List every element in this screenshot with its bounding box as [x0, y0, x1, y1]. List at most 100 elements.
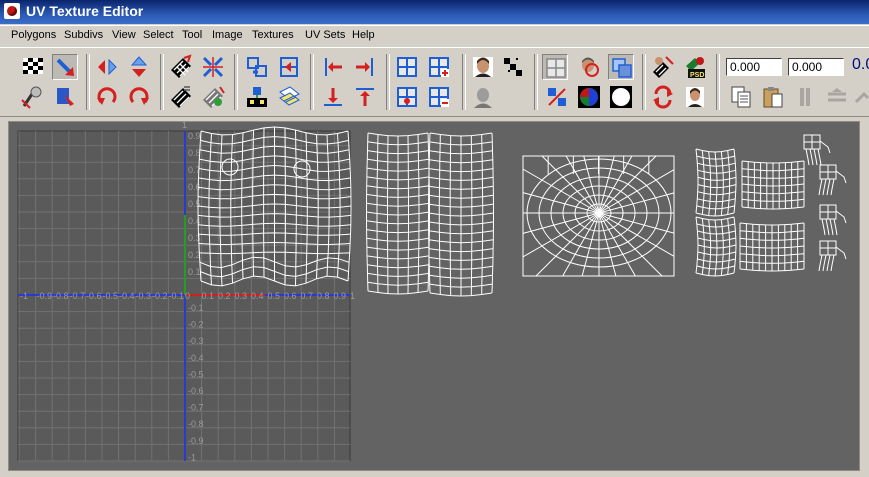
u-axis-tick-label: -0.2 — [152, 291, 168, 301]
uv-edge — [813, 148, 818, 166]
uv-lattice-icon[interactable] — [20, 84, 46, 110]
u-coordinate-field[interactable] — [726, 58, 782, 76]
toolbar-separator — [86, 54, 90, 110]
align-uv-left-icon[interactable] — [320, 54, 346, 80]
uv-edge — [809, 148, 814, 166]
remove-uv-set-icon[interactable] — [426, 84, 452, 110]
toolbar-separator — [160, 54, 164, 110]
uv-shell-head[interactable] — [522, 155, 675, 277]
uv-edge — [522, 212, 600, 234]
uv-shell-hands[interactable] — [803, 134, 847, 272]
grid-uv-icon[interactable] — [276, 84, 302, 110]
split-uvs-icon[interactable] — [168, 84, 194, 110]
snap-uv-icon[interactable] — [276, 54, 302, 80]
uv-shell-pants[interactable] — [366, 132, 494, 297]
uv-smudge-icon[interactable] — [52, 84, 78, 110]
u-axis-tick-label: 0.2 — [218, 291, 231, 301]
uv-edge — [835, 170, 847, 184]
menu-image[interactable]: Image — [212, 29, 243, 41]
menu-textures[interactable]: Textures — [252, 29, 294, 41]
photoshop-psd-icon[interactable]: PSD — [682, 54, 708, 80]
uv-editor-canvas[interactable]: -1 -0.9 -0.8 -0.7 -0.6 -0.5 -0.4 -0.3 -0.2 -0.1 0 0… — [8, 121, 860, 471]
image-display-icon[interactable] — [470, 54, 496, 80]
u-axis-tick-label: -0.1 — [169, 291, 185, 301]
cycle-uv-disabled-icon[interactable] — [852, 84, 869, 110]
rotate-uv-ccw-icon[interactable] — [94, 84, 120, 110]
isolate-select-icon[interactable] — [576, 54, 602, 80]
align-uv-top-icon[interactable] — [352, 84, 378, 110]
v-axis-tick-label: -0.4 — [188, 353, 204, 363]
uv-edge — [825, 218, 830, 236]
uv-edge — [720, 151, 724, 216]
uv-edge — [583, 155, 600, 214]
u-axis-tick-label: 0.1 — [202, 291, 215, 301]
pixel-snap-icon[interactable] — [544, 84, 570, 110]
uv-edge — [598, 192, 675, 214]
menu-polygons[interactable]: Polygons — [11, 29, 56, 41]
u-axis-tick-label: 0.9 — [334, 291, 347, 301]
extra-field-partial[interactable]: 0.0 — [852, 56, 869, 74]
rgb-channels-icon[interactable] — [576, 84, 602, 110]
menu-uv-sets[interactable]: UV Sets — [305, 29, 345, 41]
grid-view-icon[interactable] — [394, 54, 420, 80]
uv-shell-limbs[interactable] — [695, 148, 805, 277]
move-uv-shell-icon[interactable] — [244, 54, 270, 80]
window-title: UV Texture Editor — [26, 3, 144, 19]
flip-uv-vertical-icon[interactable] — [126, 54, 152, 80]
display-grid-toggle-icon[interactable] — [542, 54, 568, 80]
align-uv-right-icon[interactable] — [352, 54, 378, 80]
flip-uv-horizontal-icon[interactable] — [94, 54, 120, 80]
move-uv-tool-icon[interactable] — [52, 54, 78, 80]
v-axis-tick-label: 0.5 — [188, 199, 201, 209]
uv-edge — [835, 210, 847, 224]
merge-uvs-icon[interactable] — [200, 84, 226, 110]
menu-select[interactable]: Select — [143, 29, 174, 41]
shaded-uv-display-icon[interactable] — [608, 54, 634, 80]
menu-tool[interactable]: Tool — [182, 29, 202, 41]
checker-pattern-icon[interactable] — [500, 54, 526, 80]
v-axis-tick-label: 0.1 — [188, 267, 201, 277]
alpha-channel-icon[interactable] — [608, 84, 634, 110]
select-uv-shell-icon[interactable] — [394, 84, 420, 110]
uv-edge — [733, 148, 737, 214]
u-axis-tick-label: 0.4 — [251, 291, 264, 301]
update-psd-icon[interactable] — [650, 84, 676, 110]
dim-image-icon[interactable] — [470, 84, 496, 110]
uv-edge — [708, 151, 712, 216]
v-axis-tick-label: 0.2 — [188, 250, 201, 260]
v-axis-tick-label: -0.3 — [188, 336, 204, 346]
uv-edge — [833, 218, 838, 236]
v-coordinate-field[interactable] — [788, 58, 844, 76]
add-uv-set-icon[interactable] — [426, 54, 452, 80]
uv-edge — [598, 212, 675, 234]
copy-uvs-icon[interactable] — [728, 84, 754, 110]
uv-edge — [470, 135, 473, 296]
uv-edge — [741, 160, 805, 164]
v-axis-tick-label: -0.9 — [188, 436, 204, 446]
paste-v-disabled-icon[interactable] — [824, 84, 850, 110]
u-axis-tick-label: -0.7 — [70, 291, 86, 301]
uv-edge — [822, 254, 827, 272]
u-axis-tick-label: 1 — [350, 291, 355, 301]
uv-edge — [818, 254, 823, 272]
menu-help[interactable]: Help — [352, 29, 375, 41]
checker-display-icon[interactable] — [20, 54, 46, 80]
sew-uv-edges-icon[interactable] — [200, 54, 226, 80]
layout-uv-icon[interactable] — [244, 84, 270, 110]
paste-uvs-icon[interactable] — [760, 84, 786, 110]
app-icon[interactable] — [4, 3, 20, 19]
texture-image-icon[interactable] — [682, 84, 708, 110]
menu-bar: Polygons Subdivs View Select Tool Image … — [0, 25, 869, 48]
cut-uv-edges-icon[interactable] — [168, 54, 194, 80]
align-uv-bottom-icon[interactable] — [320, 84, 346, 110]
v-axis-tick-label: -0.2 — [188, 320, 204, 330]
u-axis-tick-label: 0.7 — [301, 291, 314, 301]
menu-view[interactable]: View — [112, 29, 136, 41]
svg-text:PSD: PSD — [690, 72, 704, 79]
paste-u-disabled-icon[interactable] — [792, 84, 818, 110]
uv-snapshot-icon[interactable] — [650, 54, 676, 80]
menu-subdivs[interactable]: Subdivs — [64, 29, 103, 41]
u-axis-tick-label: -0.8 — [53, 291, 69, 301]
u-axis-tick-label: 0.3 — [235, 291, 248, 301]
rotate-uv-cw-icon[interactable] — [126, 84, 152, 110]
